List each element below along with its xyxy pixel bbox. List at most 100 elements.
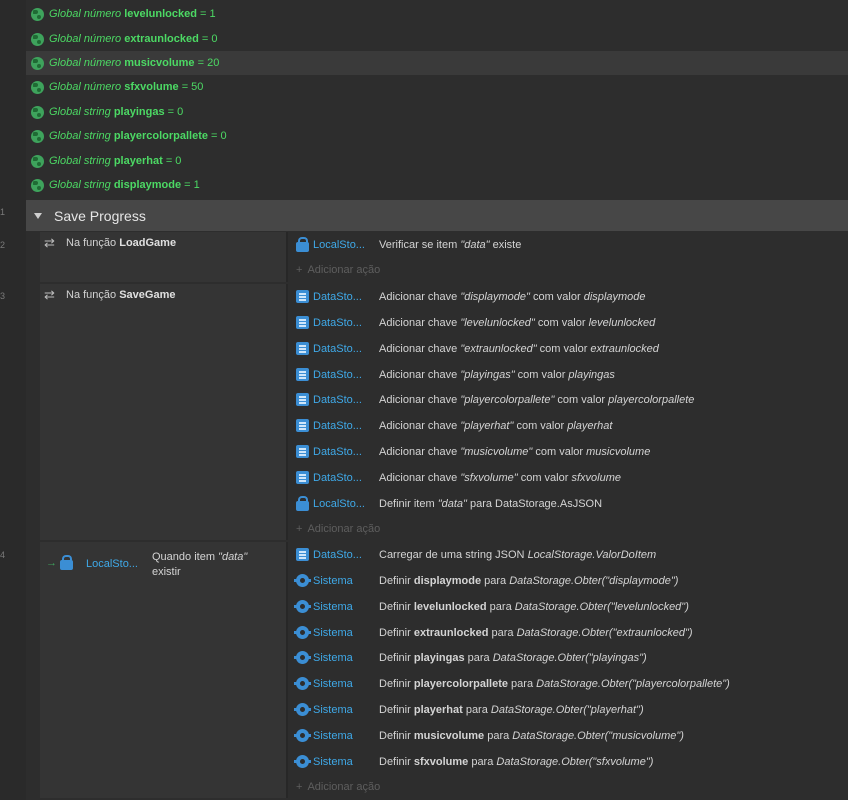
action-quoted: "extraunlocked" — [460, 342, 537, 355]
event-condition[interactable]: → LocalSto... Quando item "data" existir — [40, 542, 286, 798]
lock-icon — [296, 495, 309, 511]
action-text-part: Adicionar chave — [379, 393, 461, 406]
action-text-part: Adicionar chave — [379, 368, 461, 381]
global-variable-row[interactable]: Global string displaymode = 1 — [26, 173, 848, 197]
global-variable-row[interactable]: Global número musicvolume = 20 — [26, 51, 848, 75]
add-action-button[interactable]: + Adicionar ação — [288, 260, 848, 280]
action-row[interactable]: DataSto... Adicionar chave "musicvolume" … — [288, 439, 848, 464]
lock-icon — [296, 236, 309, 252]
collapse-triangle-icon[interactable] — [34, 212, 42, 219]
gear-icon — [294, 755, 311, 768]
action-row[interactable]: LocalSto... Definir item "data" para Data… — [288, 491, 848, 516]
variable-value: = 0 — [201, 33, 218, 45]
global-variable-row[interactable]: Global número sfxvolume = 50 — [26, 75, 848, 99]
variable-value: = 0 — [211, 130, 227, 142]
action-object: Sistema — [313, 651, 353, 664]
global-variable-text: Global número extraunlocked = 0 — [49, 33, 217, 45]
action-row[interactable]: Sistema Definir playingas para DataStorag… — [288, 645, 848, 670]
action-text-part: para — [464, 651, 493, 664]
action-text-part: Verificar se item — [379, 238, 461, 251]
action-variable: playerhat — [413, 703, 463, 716]
action-quoted: "playingas" — [460, 368, 515, 381]
action-variable: extraunlocked — [413, 626, 489, 639]
action-row[interactable]: DataSto... Adicionar chave "playercolorpa… — [288, 387, 848, 412]
gear-icon — [294, 574, 311, 587]
action-row[interactable]: Sistema Definir levelunlocked para DataSt… — [288, 594, 848, 619]
event-condition[interactable]: ⇄ Na função SaveGame — [40, 284, 286, 540]
action-object: Sistema — [313, 600, 353, 613]
storage-icon — [296, 368, 309, 381]
global-variable-text: Global string playercolorpallete = 0 — [49, 130, 227, 142]
action-row[interactable]: Sistema Definir displaymode para DataStor… — [288, 568, 848, 593]
variable-type: Global string — [49, 130, 111, 142]
action-row[interactable]: DataSto... Adicionar chave "extraunlocked… — [288, 336, 848, 361]
action-text: Adicionar chave "musicvolume" com valor … — [379, 446, 650, 458]
add-action-label: Adicionar ação — [307, 781, 381, 793]
global-variable-text: Global string playingas = 0 — [49, 106, 183, 118]
action-text-part: para — [462, 703, 491, 716]
action-value: LocalStorage.ValorDoItem — [527, 548, 657, 561]
action-text-part: Adicionar chave — [379, 316, 461, 329]
global-variable-text: Global string displaymode = 1 — [49, 179, 200, 191]
action-text-part: com valor — [534, 316, 589, 329]
storage-icon — [296, 316, 309, 329]
action-text-part: Definir — [379, 574, 414, 587]
action-object: DataSto... — [313, 548, 362, 561]
action-text-part: Definir — [379, 677, 414, 690]
global-variable-row[interactable]: Global número extraunlocked = 0 — [26, 27, 848, 51]
action-row[interactable]: Sistema Definir extraunlocked para DataSt… — [288, 620, 848, 645]
action-row[interactable]: Sistema Definir playerhat para DataStorag… — [288, 697, 848, 722]
storage-icon — [296, 419, 309, 432]
action-row[interactable]: DataSto... Adicionar chave "sfxvolume" co… — [288, 465, 848, 490]
action-value: DataStorage.Obter("playercolorpallete") — [536, 677, 730, 690]
line-number-gutter: 1 2 3 4 — [0, 0, 26, 800]
variable-value: = 1 — [184, 179, 200, 191]
action-row[interactable]: DataSto... Adicionar chave "playerhat" co… — [288, 413, 848, 438]
event-block[interactable]: → LocalSto... Quando item "data" existir Dat… — [40, 542, 848, 798]
action-text-part: Definir — [379, 600, 414, 613]
action-text-part: Carregar de uma string JSON — [379, 548, 528, 561]
event-block[interactable]: ⇄ Na função SaveGame DataSto... Adicionar c… — [40, 284, 848, 540]
global-variable-row[interactable]: Global string playercolorpallete = 0 — [26, 124, 848, 148]
action-row[interactable]: DataSto... Adicionar chave "playingas" co… — [288, 362, 848, 387]
global-variable-text: Global string playerhat = 0 — [49, 155, 181, 167]
line-number: 3 — [0, 291, 6, 301]
action-text-part: Definir — [379, 651, 414, 664]
global-variable-row[interactable]: Global string playingas = 0 — [26, 100, 848, 124]
action-row[interactable]: Sistema Definir sfxvolume para DataStorag… — [288, 749, 848, 774]
global-variable-row[interactable]: Global string playerhat = 0 — [26, 149, 848, 173]
gear-icon — [294, 703, 311, 716]
action-value: DataStorage.Obter("extraunlocked") — [516, 626, 693, 639]
add-action-button[interactable]: + Adicionar ação — [288, 519, 848, 539]
gear-icon — [294, 729, 311, 742]
action-text: Definir item "data" para DataStorage.AsJ… — [379, 498, 602, 510]
action-row[interactable]: Sistema Definir musicvolume para DataStor… — [288, 723, 848, 748]
event-block[interactable]: ⇄ Na função LoadGame LocalSto... Verificar … — [40, 232, 848, 282]
action-row[interactable]: Sistema Definir playercolorpallete para D… — [288, 671, 848, 696]
action-object: DataSto... — [313, 342, 362, 355]
add-action-button[interactable]: + Adicionar ação — [288, 777, 848, 797]
function-name: LoadGame — [119, 237, 177, 249]
action-text-part: Definir — [379, 703, 414, 716]
action-row[interactable]: DataSto... Adicionar chave "displaymode" … — [288, 284, 848, 309]
line-number: 4 — [0, 550, 6, 560]
action-value: playerhat — [567, 419, 613, 432]
variable-name: musicvolume — [124, 57, 195, 69]
action-value: DataStorage.Obter("displaymode") — [509, 574, 679, 587]
action-row[interactable]: LocalSto... Verificar se item "data" exis… — [288, 232, 848, 257]
action-text-part: Adicionar chave — [379, 445, 461, 458]
action-text-part: para — [488, 626, 517, 639]
action-row[interactable]: DataSto... Carregar de uma string JSON Lo… — [288, 542, 848, 567]
storage-icon — [296, 471, 309, 484]
action-row[interactable]: DataSto... Adicionar chave "levelunlocked… — [288, 310, 848, 335]
action-value: DataStorage.Obter("playerhat") — [490, 703, 644, 716]
globe-icon — [31, 129, 44, 143]
event-condition[interactable]: ⇄ Na função LoadGame — [40, 232, 286, 282]
action-text-part: Adicionar chave — [379, 419, 461, 432]
action-value: playercolorpallete — [608, 393, 695, 406]
group-save-progress[interactable]: Save Progress — [26, 200, 848, 231]
action-quoted: "data" — [460, 238, 490, 251]
action-object: Sistema — [313, 755, 353, 768]
global-variable-row[interactable]: Global número levelunlocked = 1 — [26, 2, 848, 26]
action-object: DataSto... — [313, 290, 362, 303]
